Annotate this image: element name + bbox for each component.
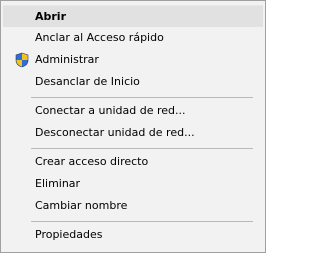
- menu-item-label: Conectar a unidad de red...: [35, 104, 186, 117]
- menu-item-abrir[interactable]: Abrir: [3, 5, 263, 27]
- menu-item-label: Desconectar unidad de red...: [35, 126, 195, 139]
- menu-item-desanclar-inicio[interactable]: Desanclar de Inicio: [3, 71, 263, 93]
- context-menu: Abrir Anclar al Acceso rápido Administra…: [0, 0, 266, 253]
- menu-item-cambiar-nombre[interactable]: Cambiar nombre: [3, 195, 263, 217]
- menu-separator: [31, 97, 253, 98]
- menu-item-label: Abrir: [35, 10, 67, 23]
- uac-shield-icon: [15, 52, 29, 68]
- menu-item-crear-acceso-directo[interactable]: Crear acceso directo: [3, 151, 263, 173]
- menu-item-label: Propiedades: [35, 228, 103, 241]
- menu-item-propiedades[interactable]: Propiedades: [3, 224, 263, 246]
- menu-item-conectar-unidad-red[interactable]: Conectar a unidad de red...: [3, 100, 263, 122]
- menu-item-eliminar[interactable]: Eliminar: [3, 173, 263, 195]
- menu-item-anclar-acceso-rapido[interactable]: Anclar al Acceso rápido: [3, 27, 263, 49]
- menu-item-label: Administrar: [35, 53, 99, 66]
- menu-item-desconectar-unidad-red[interactable]: Desconectar unidad de red...: [3, 122, 263, 144]
- menu-item-administrar[interactable]: Administrar: [3, 49, 263, 71]
- menu-item-label: Cambiar nombre: [35, 199, 128, 212]
- menu-separator: [31, 221, 253, 222]
- menu-separator: [31, 148, 253, 149]
- menu-item-label: Desanclar de Inicio: [35, 75, 140, 88]
- menu-item-label: Eliminar: [35, 177, 81, 190]
- menu-item-label: Crear acceso directo: [35, 155, 149, 168]
- menu-item-label: Anclar al Acceso rápido: [35, 31, 164, 44]
